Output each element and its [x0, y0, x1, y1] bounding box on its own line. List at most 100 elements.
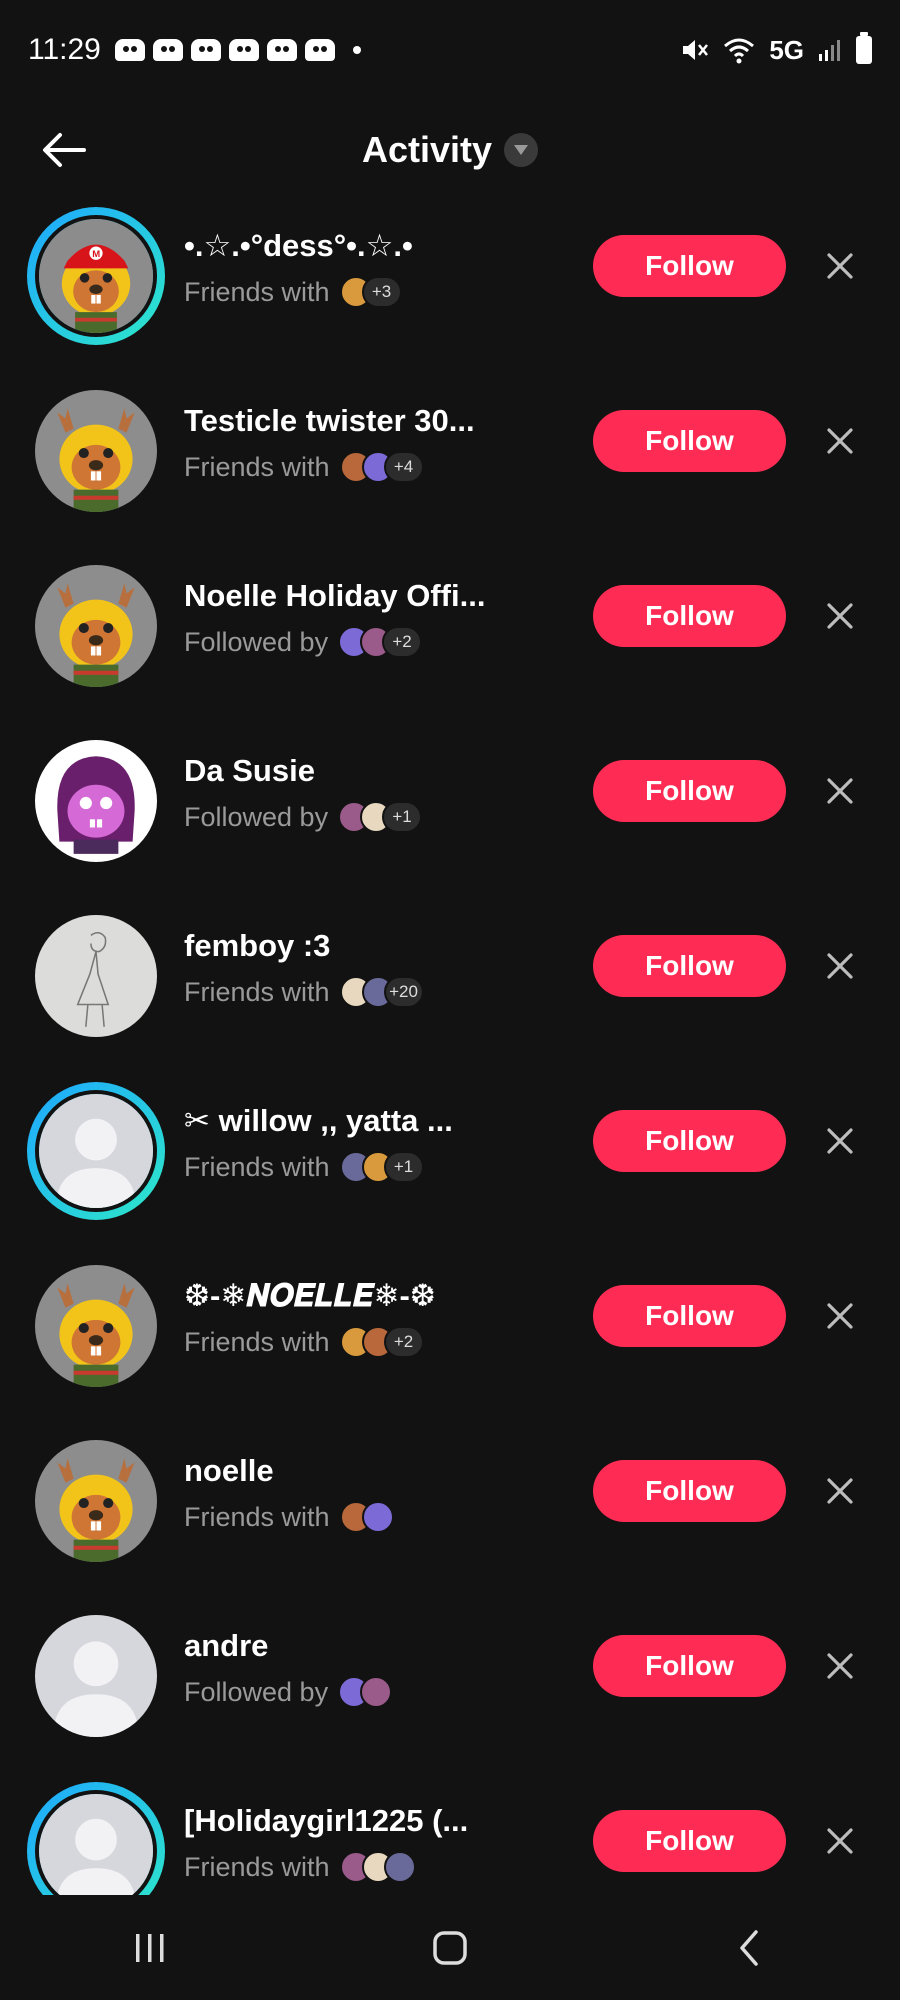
battery-icon: [856, 32, 872, 64]
status-right: 5G: [679, 32, 872, 66]
follow-button[interactable]: Follow: [593, 1110, 786, 1172]
user-name[interactable]: ✂ willow ,, yatta ...: [184, 1103, 453, 1139]
user-name[interactable]: noelle: [184, 1453, 274, 1489]
suggestion-list: M •.☆.•°dess°•.☆.• Friends with +3 Follow Tes…: [0, 200, 900, 1950]
avatar-story-ring[interactable]: [27, 1082, 165, 1220]
dismiss-button[interactable]: [820, 421, 860, 461]
dismiss-button[interactable]: [820, 946, 860, 986]
dismiss-button[interactable]: [820, 1646, 860, 1686]
mutual-avatar-stack: +3: [339, 276, 402, 308]
avatar: [35, 915, 157, 1037]
discord-icon: [190, 39, 221, 61]
recents-icon: [136, 1933, 164, 1962]
user-name[interactable]: ❆-❄𝑵𝑶𝑬𝑳𝑳𝑬❄-❆: [184, 1278, 436, 1315]
mutual-connections: Followed by +1: [184, 801, 423, 833]
notification-icons: [114, 39, 361, 61]
arrow-left-icon: [43, 133, 86, 167]
mutual-avatar-stack: +2: [339, 1326, 424, 1358]
avatar-wrapper[interactable]: [35, 390, 157, 512]
page-title: Activity: [361, 129, 493, 170]
suggestion-row[interactable]: andre Followed by Follow: [0, 1600, 900, 1775]
mutual-avatar-stack: +20: [339, 976, 424, 1008]
dismiss-button[interactable]: [820, 1121, 860, 1161]
close-x-icon: [827, 1828, 853, 1854]
mutual-avatar-stack: +4: [339, 451, 424, 483]
avatar-wrapper[interactable]: [35, 1615, 157, 1737]
user-name[interactable]: femboy :3: [184, 928, 330, 964]
user-name[interactable]: Testicle twister 30...: [184, 403, 475, 439]
user-name[interactable]: Da Susie: [184, 753, 315, 789]
close-x-icon: [827, 953, 853, 979]
avatar-wrapper[interactable]: [35, 740, 157, 862]
system-nav-bar: [0, 1895, 900, 2000]
title-dropdown-button[interactable]: [504, 133, 539, 167]
relation-label: Friends with: [184, 1501, 330, 1532]
suggestion-row[interactable]: Noelle Holiday Offi... Followed by +2 Follo…: [0, 550, 900, 725]
discord-icon: [304, 39, 335, 61]
avatar-wrapper[interactable]: [35, 915, 157, 1037]
avatar-story-ring[interactable]: M: [27, 207, 165, 345]
user-name[interactable]: andre: [184, 1628, 268, 1664]
status-bar: 11:29 5G: [0, 0, 900, 100]
discord-icon: [266, 39, 297, 61]
mutual-count-badge: +1: [382, 801, 423, 833]
back-button[interactable]: [36, 122, 92, 178]
mutual-count-badge: +3: [361, 276, 402, 308]
dismiss-button[interactable]: [820, 596, 860, 636]
follow-button[interactable]: Follow: [593, 1810, 786, 1872]
relation-label: Friends with: [184, 451, 330, 482]
relation-label: Followed by: [184, 1676, 329, 1707]
mutual-avatar-stack: [339, 1501, 394, 1533]
suggestion-row[interactable]: ❆-❄𝑵𝑶𝑬𝑳𝑳𝑬❄-❆ Friends with +2 Follow: [0, 1250, 900, 1425]
avatar-wrapper[interactable]: [35, 1265, 157, 1387]
user-name[interactable]: Noelle Holiday Offi...: [184, 578, 485, 614]
dismiss-button[interactable]: [820, 1471, 860, 1511]
follow-button[interactable]: Follow: [593, 410, 786, 472]
suggestion-row[interactable]: femboy :3 Friends with +20 Follow: [0, 900, 900, 1075]
header: Activity: [0, 100, 900, 200]
signal-icon: [819, 40, 840, 61]
nav-back-button[interactable]: [705, 1913, 795, 1983]
mutual-avatar-stack: +2: [338, 626, 423, 658]
avatar-wrapper[interactable]: [35, 1440, 157, 1562]
user-name[interactable]: [Holidaygirl1225 (...: [184, 1803, 468, 1839]
dismiss-button[interactable]: [820, 1821, 860, 1861]
close-x-icon: [827, 1478, 853, 1504]
home-button[interactable]: [405, 1913, 495, 1983]
dismiss-button[interactable]: [820, 771, 860, 811]
suggestion-row[interactable]: Da Susie Followed by +1 Follow: [0, 725, 900, 900]
mutual-connections: Friends with: [184, 1851, 416, 1883]
svg-text:M: M: [92, 249, 100, 260]
follow-button[interactable]: Follow: [593, 585, 786, 647]
mutual-count-badge: +2: [382, 626, 423, 658]
follow-button[interactable]: Follow: [593, 235, 786, 297]
follow-button[interactable]: Follow: [593, 935, 786, 997]
follow-button[interactable]: Follow: [593, 760, 786, 822]
follow-button[interactable]: Follow: [593, 1285, 786, 1347]
suggestion-row[interactable]: ✂ willow ,, yatta ... Friends with +1 Follo…: [0, 1075, 900, 1250]
mutual-connections: Friends with: [184, 1501, 394, 1533]
mutual-avatar: [360, 1676, 393, 1708]
follow-button[interactable]: Follow: [593, 1460, 786, 1522]
relation-label: Friends with: [184, 276, 330, 307]
avatar-wrapper[interactable]: [35, 565, 157, 687]
relation-label: Friends with: [184, 976, 330, 1007]
home-icon: [433, 1930, 467, 1965]
avatar: [35, 1790, 157, 1912]
nav-back-icon: [740, 1929, 758, 1966]
suggestion-row[interactable]: noelle Friends with Follow: [0, 1425, 900, 1600]
avatar: [35, 740, 157, 862]
mutual-connections: Followed by: [184, 1676, 393, 1708]
dismiss-button[interactable]: [820, 246, 860, 286]
suggestion-row[interactable]: Testicle twister 30... Friends with +4 Foll…: [0, 375, 900, 550]
user-name[interactable]: •.☆.•°dess°•.☆.•: [184, 228, 413, 264]
dismiss-button[interactable]: [820, 1296, 860, 1336]
mutual-avatar-stack: [339, 1851, 416, 1883]
status-time: 11:29: [28, 33, 101, 66]
suggestion-row[interactable]: M •.☆.•°dess°•.☆.• Friends with +3 Follow: [0, 200, 900, 375]
recents-button[interactable]: [105, 1913, 195, 1983]
mutual-avatar: [383, 1851, 416, 1883]
triangle-down-icon: [514, 145, 529, 155]
relation-label: Friends with: [184, 1151, 330, 1182]
follow-button[interactable]: Follow: [593, 1635, 786, 1697]
